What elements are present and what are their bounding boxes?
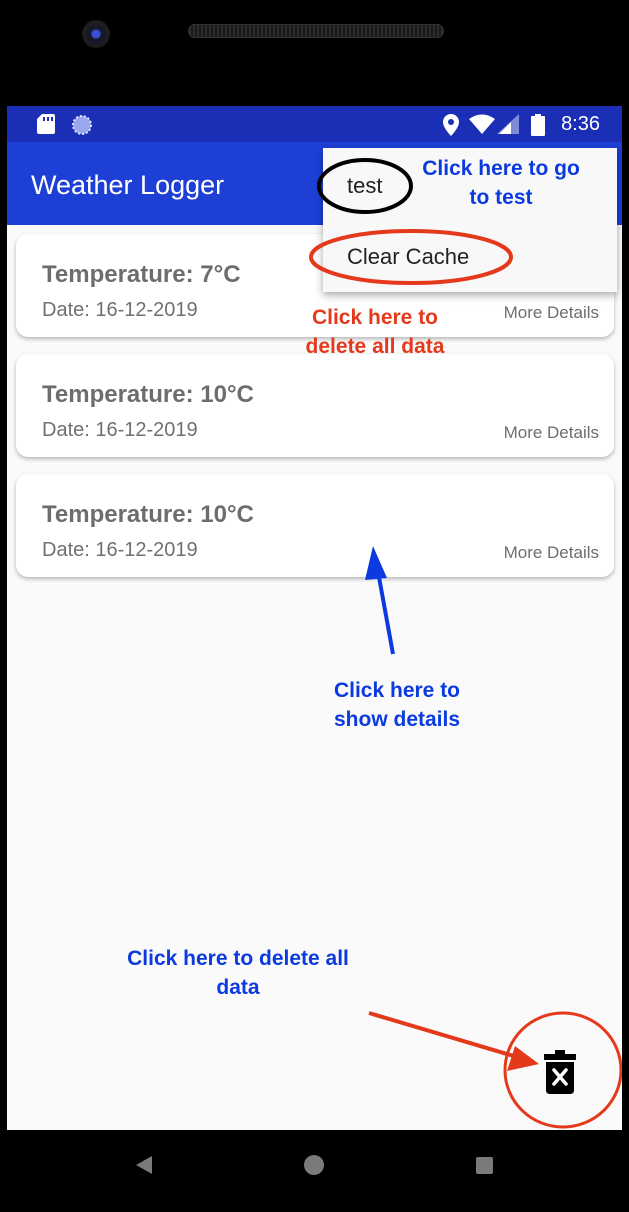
earpiece-speaker [188, 24, 444, 38]
home-icon[interactable] [304, 1155, 324, 1175]
arrow-show-details [375, 565, 395, 655]
arrow-delete-fab [368, 1011, 518, 1059]
annotation-go-to-test: Click here to go to test [422, 157, 580, 209]
date-text: Date: 16-12-2019 [42, 539, 198, 561]
location-icon [443, 114, 459, 136]
record-card[interactable]: Temperature: 10°C Date: 16-12-2019 More … [16, 474, 614, 577]
wifi-icon [469, 114, 495, 134]
status-time: 8:36 [561, 113, 600, 135]
more-details-link[interactable]: More Details [504, 423, 599, 443]
temperature-text: Temperature: 10°C [42, 381, 254, 408]
annotation-show-details: Click here to show details [333, 679, 461, 731]
menu-item-clear-cache[interactable]: Clear Cache [347, 244, 469, 270]
signal-icon [497, 114, 519, 134]
annotation-delete-fab: Click here to delete all data [127, 947, 349, 999]
front-camera [82, 20, 110, 48]
app-title: Weather Logger [31, 170, 225, 200]
phone-screen: 8:36 Weather Logger Temperature: 7°C Dat… [7, 106, 622, 1130]
arrow-head-delete-fab [507, 1046, 539, 1071]
sd-card-icon [37, 114, 55, 134]
date-text: Date: 16-12-2019 [42, 419, 198, 441]
annotation-delete-menu: Click here to delete all data [305, 306, 445, 358]
recents-icon[interactable] [476, 1157, 493, 1174]
more-details-link[interactable]: More Details [504, 543, 599, 563]
menu-item-test[interactable]: test [347, 173, 382, 199]
record-card[interactable]: Temperature: 10°C Date: 16-12-2019 More … [16, 354, 614, 457]
battery-icon [531, 114, 545, 136]
temperature-text: Temperature: 10°C [42, 501, 254, 528]
delete-forever-icon[interactable] [544, 1050, 576, 1094]
date-text: Date: 16-12-2019 [42, 299, 198, 321]
back-icon[interactable] [136, 1156, 152, 1174]
sync-icon [72, 115, 92, 135]
status-bar: 8:36 [7, 106, 622, 142]
temperature-text: Temperature: 7°C [42, 261, 241, 288]
more-details-link[interactable]: More Details [504, 303, 599, 323]
